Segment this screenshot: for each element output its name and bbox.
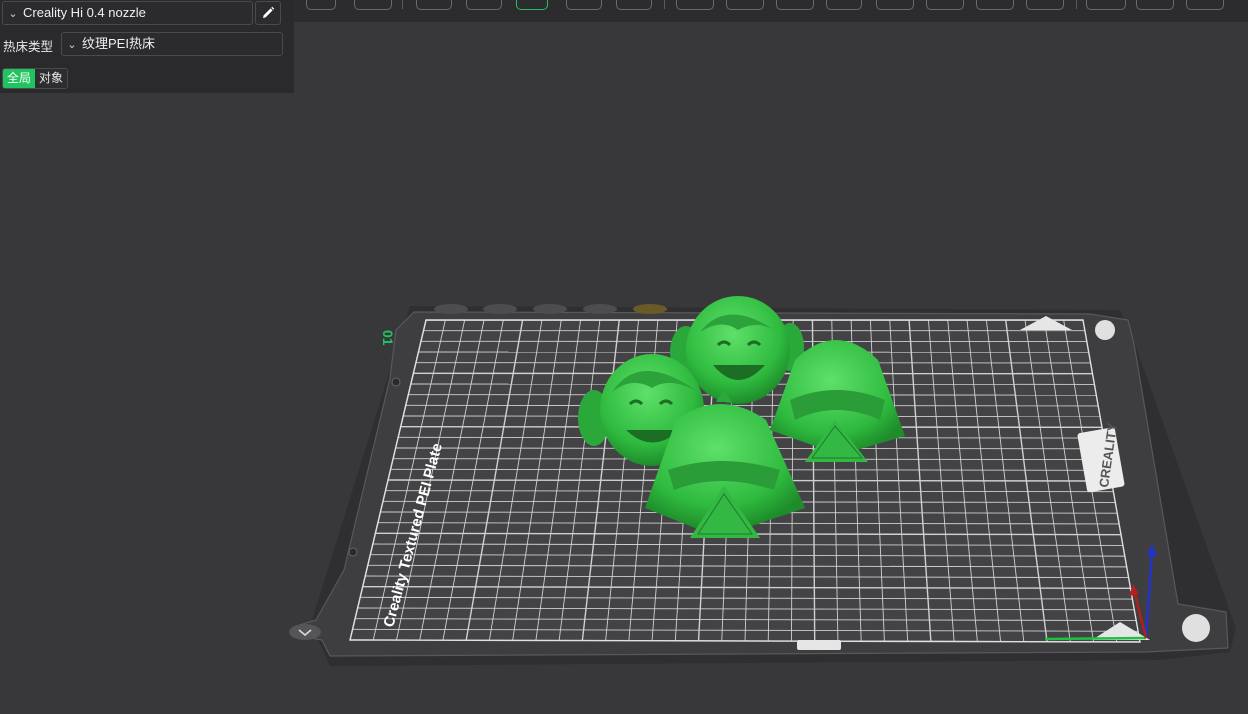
plate-settings-button[interactable] <box>289 624 321 640</box>
printer-select-value: Creality Hi 0.4 nozzle <box>23 5 146 20</box>
add-cube-icon[interactable] <box>306 0 336 10</box>
mesh-boolean-icon[interactable] <box>826 0 862 10</box>
text-emboss-icon[interactable] <box>1086 0 1126 10</box>
split-icon[interactable] <box>616 0 652 10</box>
plate-number: 01 <box>380 330 396 346</box>
chevron-down-icon: ⌄ <box>67 39 77 51</box>
bed-type-select[interactable]: ⌄ 纹理PEI热床 <box>61 32 283 56</box>
lay-on-face-icon[interactable] <box>516 0 548 10</box>
cut-icon[interactable] <box>776 0 814 10</box>
settings-scope-toggle: 全局 对象 <box>2 68 69 89</box>
scope-global-tab[interactable]: 全局 <box>3 69 36 88</box>
measure-icon[interactable] <box>1026 0 1064 10</box>
svg-emboss-icon[interactable] <box>1136 0 1174 10</box>
print-settings-panel: ⌄ Creality Hi 0.4 nozzle 热床类型 ⌄ 纹理PEI热床 全局… <box>0 0 294 93</box>
arrange-icon[interactable] <box>566 0 602 10</box>
color-paint-icon[interactable] <box>976 0 1014 10</box>
assembly-view-icon[interactable] <box>1186 0 1224 10</box>
printer-select[interactable]: ⌄ Creality Hi 0.4 nozzle <box>2 1 253 25</box>
bed-type-label: 热床类型 <box>3 40 54 54</box>
keyboard-icon[interactable] <box>354 0 392 10</box>
chevron-down-icon: ⌄ <box>8 8 18 20</box>
bed-type-value: 纹理PEI热床 <box>82 36 155 51</box>
3d-viewport[interactable]: 01 Creality Textured PEI Plate CREALITY <box>0 0 1248 714</box>
support-paint-icon[interactable] <box>876 0 914 10</box>
auto-orient-icon[interactable] <box>466 0 502 10</box>
seam-paint-icon[interactable] <box>926 0 964 10</box>
plate-front-icon <box>797 640 841 650</box>
pencil-icon <box>263 6 275 18</box>
edit-printer-button[interactable] <box>255 1 281 25</box>
scale-icon[interactable] <box>726 0 764 10</box>
scope-object-tab[interactable]: 对象 <box>35 69 68 88</box>
rotate-icon[interactable] <box>416 0 452 10</box>
top-toolbar <box>294 0 1248 22</box>
move-icon[interactable] <box>676 0 714 10</box>
